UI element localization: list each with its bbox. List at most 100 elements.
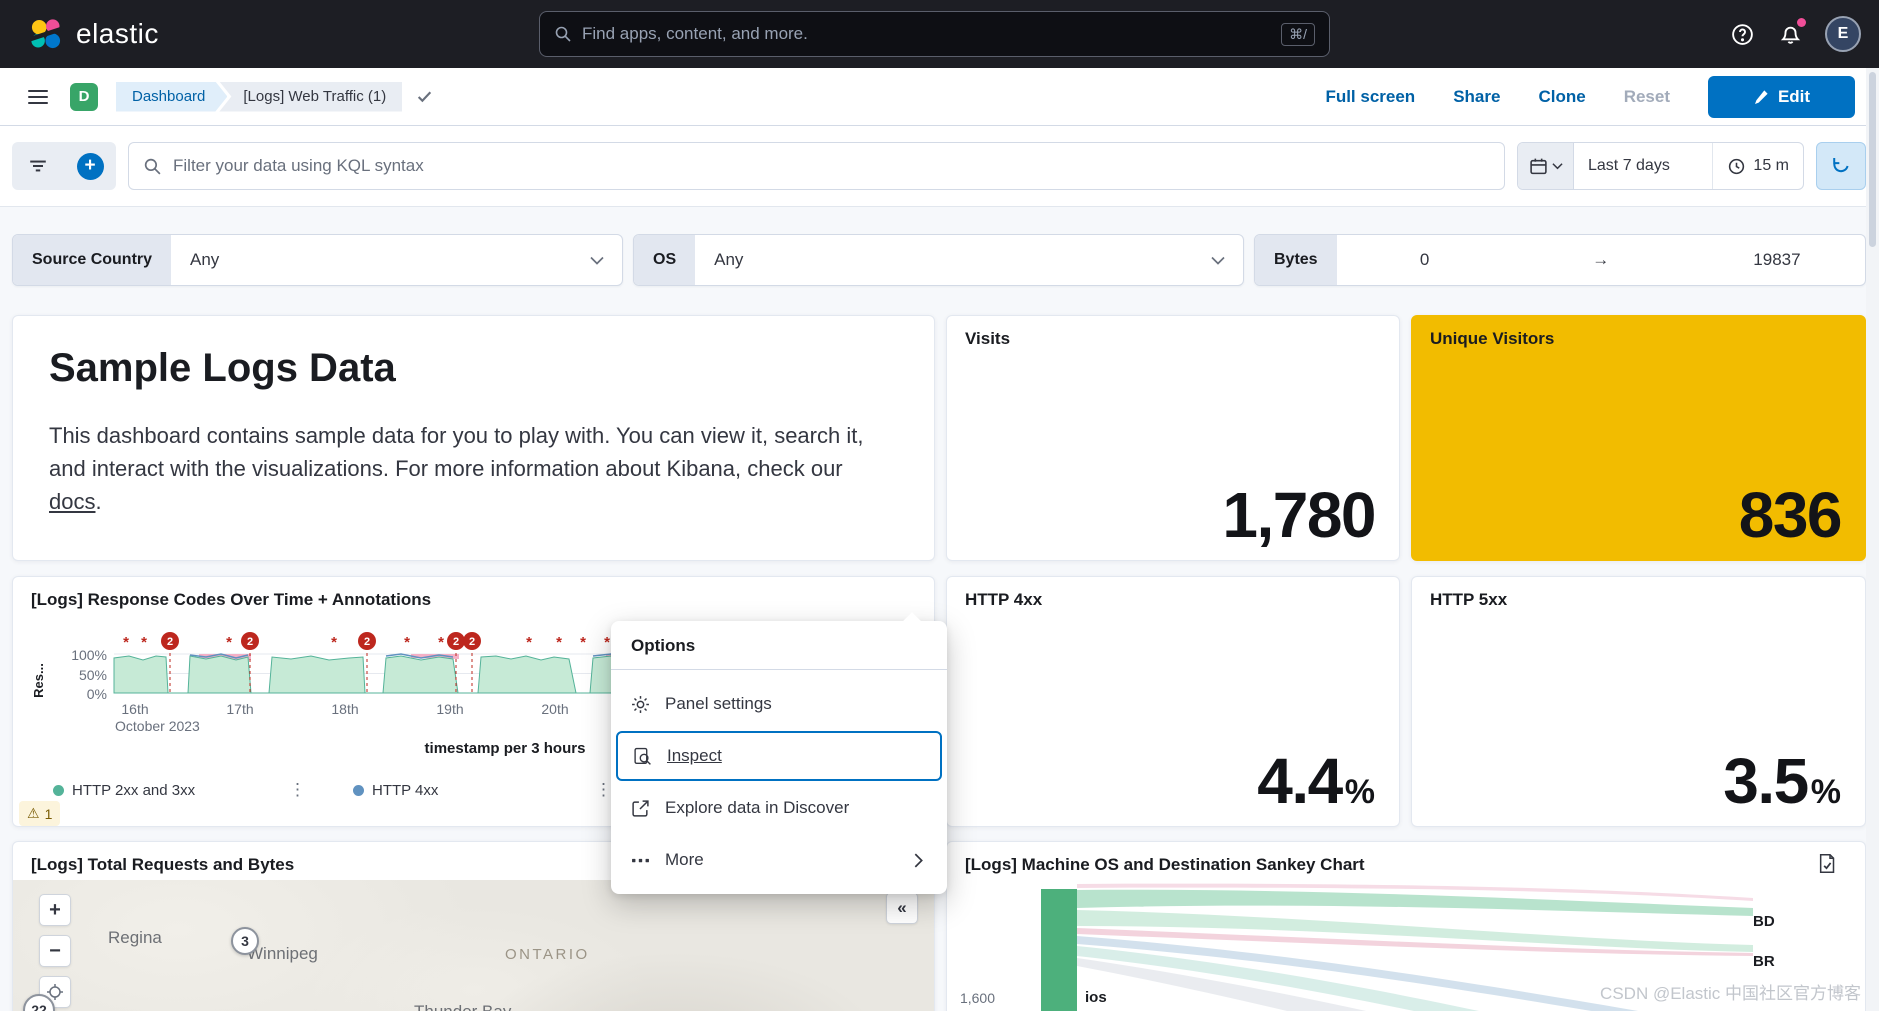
legend-item-2xx[interactable]: HTTP 2xx and 3xx bbox=[53, 782, 195, 799]
x-tick: 19th bbox=[436, 701, 464, 717]
menu-item-inspect[interactable]: Inspect bbox=[616, 731, 942, 781]
y-tick: 50% bbox=[78, 667, 107, 683]
annotation-asterisk-icon[interactable]: * bbox=[331, 634, 337, 651]
popout-icon bbox=[632, 799, 649, 817]
panel-badge-icon[interactable] bbox=[1816, 853, 1837, 874]
menu-item-more[interactable]: More bbox=[611, 834, 947, 886]
cluster-marker[interactable]: 3 bbox=[231, 927, 259, 955]
annotation-asterisk-icon[interactable]: * bbox=[580, 634, 586, 651]
clone-button[interactable]: Clone bbox=[1538, 87, 1585, 107]
notifications-icon[interactable] bbox=[1777, 18, 1806, 47]
control-source-country[interactable]: Source Country Any bbox=[12, 234, 623, 286]
panel-warning-badge[interactable]: ⚠ 1 bbox=[19, 801, 61, 826]
annotation-asterisk-icon[interactable]: * bbox=[556, 634, 562, 651]
control-os[interactable]: OS Any bbox=[633, 234, 1244, 286]
kql-search-bar[interactable] bbox=[128, 142, 1505, 190]
panel-title: HTTP 4xx bbox=[965, 590, 1043, 609]
metric-unit: % bbox=[1810, 773, 1841, 811]
legend-dot-green bbox=[53, 785, 64, 796]
map-canvas[interactable]: Regina Winnipeg ONTARIO Thunder Bay + − … bbox=[13, 880, 934, 1011]
range-values: 0 → 19837 bbox=[1337, 250, 1865, 270]
saved-check-icon[interactable] bbox=[416, 88, 433, 105]
search-shortcut-badge: ⌘/ bbox=[1281, 22, 1315, 46]
annotation-badge[interactable]: 2 bbox=[247, 636, 253, 648]
legend-item-4xx[interactable]: HTTP 4xx bbox=[353, 782, 438, 799]
filter-icon[interactable] bbox=[12, 142, 64, 190]
annotation-badge[interactable]: 2 bbox=[453, 636, 459, 648]
global-search-input[interactable] bbox=[582, 24, 1272, 44]
edit-button[interactable]: Edit bbox=[1708, 75, 1855, 118]
menu-item-label: More bbox=[665, 850, 704, 869]
zoom-out-button[interactable]: − bbox=[39, 935, 71, 967]
menu-item-panel-settings[interactable]: Panel settings bbox=[611, 678, 947, 730]
edit-button-label: Edit bbox=[1777, 86, 1811, 106]
add-filter-button[interactable]: + bbox=[64, 142, 116, 190]
calendar-menu-button[interactable] bbox=[1518, 143, 1574, 189]
zoom-in-button[interactable]: + bbox=[39, 894, 71, 926]
brand-name: elastic bbox=[76, 18, 159, 49]
watermark: CSDN @Elastic 中国社区官方博客 bbox=[1600, 984, 1861, 1003]
elastic-home-button[interactable]: elastic bbox=[28, 16, 159, 52]
user-avatar[interactable]: E bbox=[1825, 16, 1861, 52]
scrollbar-thumb[interactable] bbox=[1869, 72, 1876, 247]
annotation-asterisk-icon[interactable]: * bbox=[404, 634, 410, 651]
kibana-dashboard-page: { "colors": { "accent_blue": "#0071c2", … bbox=[0, 0, 1879, 1011]
panel-title: [Logs] Machine OS and Destination Sankey… bbox=[965, 855, 1365, 874]
panel-title: HTTP 5xx bbox=[1430, 590, 1508, 609]
annotation-asterisk-icon[interactable]: * bbox=[141, 634, 147, 651]
space-avatar[interactable]: D bbox=[70, 82, 98, 111]
control-bytes[interactable]: Bytes 0 → 19837 bbox=[1254, 234, 1866, 286]
menu-item-label: Panel settings bbox=[665, 694, 772, 713]
global-header: elastic ⌘/ E bbox=[0, 0, 1879, 68]
metric-number: 4.4 bbox=[1257, 745, 1343, 817]
docs-link[interactable]: docs bbox=[49, 489, 95, 514]
breadcrumb-current: [Logs] Web Traffic (1) bbox=[219, 81, 403, 112]
markdown-text: This dashboard contains sample data for … bbox=[49, 423, 864, 481]
annotation-asterisk-icon[interactable]: * bbox=[226, 634, 232, 651]
menu-list: Panel settings Inspect Explore data in D… bbox=[611, 670, 947, 886]
map-region-label: ONTARIO bbox=[505, 946, 590, 963]
y-tick: 100% bbox=[71, 647, 107, 663]
panel-http-4xx: HTTP 4xx 4.4 % bbox=[946, 576, 1400, 827]
time-range-button[interactable]: Last 7 days bbox=[1574, 157, 1684, 175]
markdown-title: Sample Logs Data bbox=[49, 346, 396, 390]
global-search[interactable]: ⌘/ bbox=[539, 11, 1330, 57]
refresh-interval-value: 15 m bbox=[1753, 157, 1789, 174]
metric-number: 3.5 bbox=[1723, 745, 1809, 817]
x-tick: 20th bbox=[541, 701, 569, 717]
refresh-interval-button[interactable]: 15 m bbox=[1712, 143, 1803, 189]
range-min[interactable]: 0 bbox=[1337, 250, 1513, 270]
legend-kebab-icon[interactable]: ⋮ bbox=[289, 780, 306, 800]
metric-value: 3.5 % bbox=[1723, 744, 1841, 818]
full-screen-button[interactable]: Full screen bbox=[1325, 87, 1415, 107]
annotation-asterisk-icon[interactable]: * bbox=[438, 634, 444, 651]
range-max[interactable]: 19837 bbox=[1689, 250, 1865, 270]
kql-input[interactable] bbox=[173, 156, 1490, 176]
menu-toggle-icon[interactable] bbox=[28, 89, 48, 104]
warning-count: 1 bbox=[44, 805, 53, 822]
panel-menu-kebab-icon[interactable]: ⋮ bbox=[595, 780, 612, 800]
refresh-query-button[interactable] bbox=[1816, 142, 1866, 190]
chevron-down-icon bbox=[590, 256, 604, 265]
reset-button[interactable]: Reset bbox=[1624, 87, 1670, 107]
chevron-down-icon bbox=[1211, 256, 1225, 265]
collapse-legend-button[interactable]: « bbox=[886, 892, 918, 924]
help-icon[interactable] bbox=[1729, 21, 1755, 47]
menu-item-label: Inspect bbox=[667, 746, 722, 765]
menu-item-explore-discover[interactable]: Explore data in Discover bbox=[611, 782, 947, 834]
annotation-badge[interactable]: 2 bbox=[364, 636, 370, 648]
menu-item-label: Explore data in Discover bbox=[665, 798, 850, 817]
breadcrumb-dashboard[interactable]: Dashboard bbox=[116, 82, 227, 112]
page-scrollbar[interactable] bbox=[1866, 68, 1879, 1011]
gear-icon bbox=[632, 695, 649, 713]
sankey-source-node[interactable] bbox=[1041, 889, 1077, 1011]
annotation-badge[interactable]: 2 bbox=[167, 636, 173, 648]
share-button[interactable]: Share bbox=[1453, 87, 1500, 107]
annotation-asterisk-icon[interactable]: * bbox=[604, 634, 610, 651]
annotation-asterisk-icon[interactable]: * bbox=[123, 634, 129, 651]
annotation-asterisk-icon[interactable]: * bbox=[526, 634, 532, 651]
boxes-icon bbox=[632, 858, 649, 862]
x-month-label: October 2023 bbox=[115, 718, 200, 734]
annotation-badge[interactable]: 2 bbox=[469, 636, 475, 648]
pencil-icon bbox=[1753, 89, 1769, 105]
